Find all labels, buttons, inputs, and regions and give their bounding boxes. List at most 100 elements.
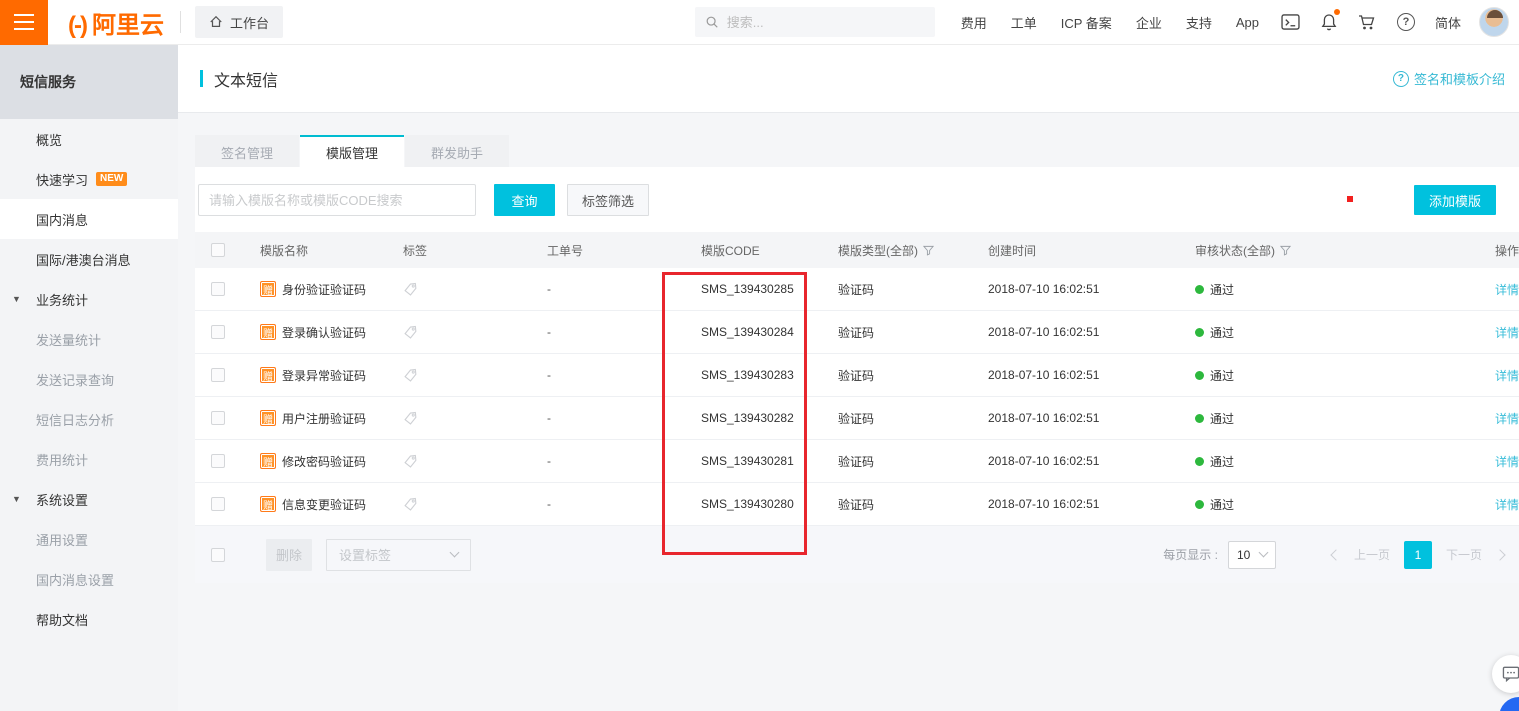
tab[interactable]: 签名管理 <box>195 135 299 167</box>
detail-link[interactable]: 详情 <box>1495 496 1519 513</box>
add-template-button[interactable]: 添加模版 <box>1414 185 1496 215</box>
chat-bubble-icon <box>1502 666 1519 682</box>
global-search-input[interactable] <box>727 15 907 30</box>
topbar-menu-item[interactable]: App <box>1236 15 1259 30</box>
audit-status-cell: 通过 <box>1187 367 1487 384</box>
template-code-cell: SMS_139430285 <box>693 282 830 296</box>
sidebar-item[interactable]: ▼ 系统设置 <box>0 479 178 519</box>
sidebar-item[interactable]: 通用设置 <box>0 519 178 559</box>
chevron-down-icon: ▼ <box>12 294 21 304</box>
locale-switch[interactable]: 简体 <box>1435 13 1461 32</box>
ticket-cell: - <box>539 368 693 382</box>
topbar-menu-item[interactable]: 费用 <box>961 13 987 32</box>
filter-funnel-icon[interactable] <box>923 245 934 256</box>
sidebar-item-label: 快速学习 <box>36 170 88 189</box>
select-all-checkbox[interactable] <box>211 243 225 257</box>
console-terminal-icon[interactable] <box>1281 14 1300 30</box>
detail-link[interactable]: 详情 <box>1495 453 1519 470</box>
divider <box>180 11 181 33</box>
user-avatar[interactable] <box>1479 7 1509 37</box>
sidebar-item[interactable]: 国际/港澳台消息 <box>0 239 178 279</box>
row-checkbox[interactable] <box>211 454 225 468</box>
filter-row: 查询 标签筛选 添加模版 <box>195 167 1519 232</box>
sidebar-item[interactable]: 帮助文档 <box>0 599 178 639</box>
tag-icon[interactable] <box>402 367 418 383</box>
sidebar-item[interactable]: 短信日志分析 <box>0 399 178 439</box>
chevron-right-icon[interactable] <box>1494 549 1505 560</box>
status-pass-dot <box>1195 500 1204 509</box>
sidebar-item[interactable]: 国内消息 <box>0 199 178 239</box>
sidebar-item[interactable]: 快速学习 NEW <box>0 159 178 199</box>
detail-link[interactable]: 详情 <box>1495 281 1519 298</box>
sidebar-item[interactable]: 费用统计 <box>0 439 178 479</box>
tag-icon[interactable] <box>402 496 418 512</box>
row-checkbox[interactable] <box>211 282 225 296</box>
topbar-menu-item[interactable]: ICP 备案 <box>1061 13 1112 32</box>
prev-page-button[interactable]: 上一页 <box>1354 546 1390 563</box>
status-label: 通过 <box>1210 453 1234 470</box>
tag-icon[interactable] <box>402 281 418 297</box>
topbar-menu-item[interactable]: 企业 <box>1136 13 1162 32</box>
row-checkbox[interactable] <box>211 325 225 339</box>
column-header: 审核状态(全部) <box>1187 242 1487 259</box>
topbar-menu-item[interactable]: 工单 <box>1011 13 1037 32</box>
cart-icon[interactable] <box>1358 14 1376 31</box>
ticket-value: - <box>547 368 551 382</box>
sidebar-item[interactable]: 发送量统计 <box>0 319 178 359</box>
tag-icon[interactable] <box>402 410 418 426</box>
topbar-menu-item[interactable]: 支持 <box>1186 13 1212 32</box>
row-checkbox[interactable] <box>211 368 225 382</box>
tab[interactable]: 模版管理 <box>300 135 404 167</box>
tab[interactable]: 群发助手 <box>405 135 509 167</box>
row-checkbox-cell <box>195 325 252 339</box>
notification-bell-icon[interactable] <box>1321 13 1337 31</box>
title-accent-bar <box>200 70 203 87</box>
per-page-value: 10 <box>1237 548 1250 562</box>
chevron-left-icon[interactable] <box>1330 549 1341 560</box>
filter-funnel-icon[interactable] <box>1280 245 1291 256</box>
signature-template-intro-link[interactable]: ? 签名和模板介绍 <box>1393 69 1505 88</box>
help-icon[interactable]: ? <box>1397 13 1415 31</box>
row-checkbox[interactable] <box>211 411 225 425</box>
query-button[interactable]: 查询 <box>494 184 555 216</box>
detail-link[interactable]: 详情 <box>1495 324 1519 341</box>
template-type-cell: 验证码 <box>830 367 980 384</box>
sidebar-item[interactable]: 概览 <box>0 119 178 159</box>
template-code: SMS_139430281 <box>701 454 794 468</box>
tag-filter-button[interactable]: 标签筛选 <box>567 184 649 216</box>
workspace-button[interactable]: 工作台 <box>195 6 283 38</box>
ticket-cell: - <box>539 497 693 511</box>
header-checkbox-cell <box>195 243 252 257</box>
sidebar-title: 短信服务 <box>0 45 178 119</box>
current-page-button[interactable]: 1 <box>1404 541 1432 569</box>
per-page-select[interactable]: 10 <box>1228 541 1276 569</box>
ticket-cell: - <box>539 411 693 425</box>
sidebar-item[interactable]: 发送记录查询 <box>0 359 178 399</box>
column-header-label: 审核状态(全部) <box>1195 242 1275 259</box>
annotation-red-dot <box>1347 196 1353 202</box>
template-name-cell: 赠 用户注册验证码 <box>252 410 395 427</box>
aliyun-logo-icon: (-) <box>68 12 86 40</box>
row-checkbox[interactable] <box>211 497 225 511</box>
chevron-down-icon <box>1259 548 1269 558</box>
template-search-input[interactable] <box>198 184 476 216</box>
hamburger-menu-icon[interactable] <box>0 0 48 45</box>
detail-link[interactable]: 详情 <box>1495 367 1519 384</box>
set-tag-placeholder: 设置标签 <box>339 545 391 564</box>
detail-link[interactable]: 详情 <box>1495 410 1519 427</box>
sidebar-item[interactable]: ▼ 业务统计 <box>0 279 178 319</box>
ticket-value: - <box>547 497 551 511</box>
status-pass-dot <box>1195 371 1204 380</box>
delete-button[interactable]: 删除 <box>266 539 312 571</box>
next-page-button[interactable]: 下一页 <box>1446 546 1482 563</box>
table-header-row: 模版名称 标签 <box>195 232 1519 268</box>
set-tag-select[interactable]: 设置标签 <box>326 539 471 571</box>
footer-select-all-checkbox[interactable] <box>211 548 225 562</box>
tag-icon[interactable] <box>402 324 418 340</box>
topbar-icons: ? <box>1281 13 1415 31</box>
created-time-cell: 2018-07-10 16:02:51 <box>980 325 1187 339</box>
tag-icon[interactable] <box>402 453 418 469</box>
aliyun-logo[interactable]: (-) 阿里云 <box>68 5 164 40</box>
action-cell: 详情 <box>1487 367 1519 384</box>
sidebar-item[interactable]: 国内消息设置 <box>0 559 178 599</box>
